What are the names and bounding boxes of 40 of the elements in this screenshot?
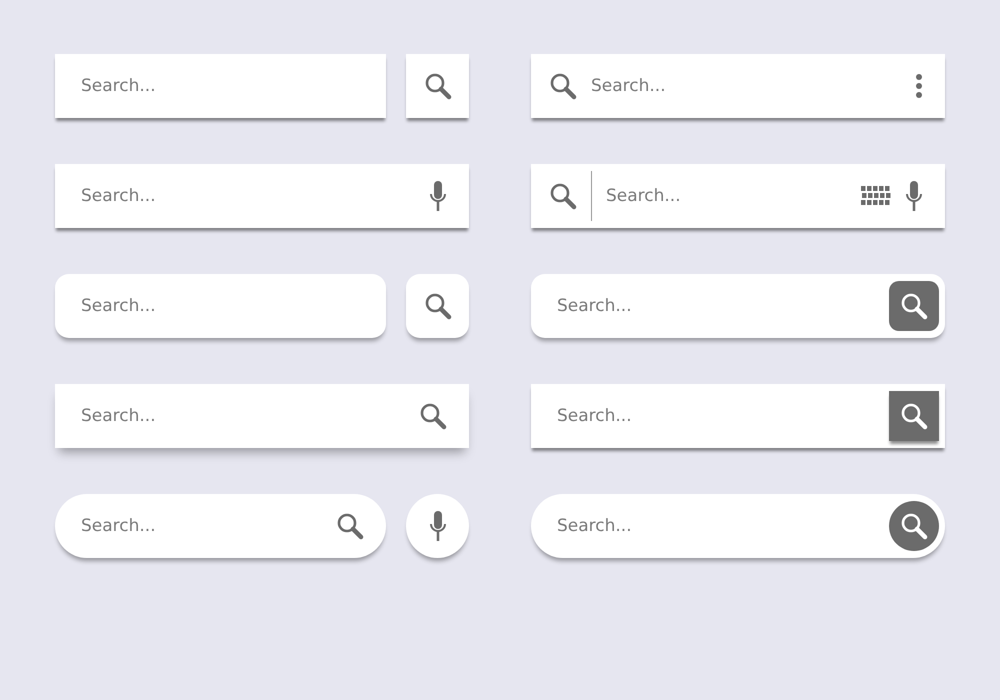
search-button[interactable]: [889, 281, 939, 331]
microphone-icon: [428, 510, 446, 542]
search-icon: [900, 402, 928, 430]
microphone-icon: [429, 180, 447, 212]
search-icon: [549, 72, 577, 100]
search-field[interactable]: Search...: [557, 516, 875, 536]
search-button[interactable]: [889, 501, 939, 551]
search-bar[interactable]: Search...: [531, 54, 945, 118]
search-field[interactable]: Search...: [557, 406, 875, 426]
search-field[interactable]: Search...: [557, 296, 875, 316]
search-field[interactable]: Search...: [591, 76, 901, 96]
search-icon: [900, 512, 928, 540]
search-icon: [549, 182, 577, 210]
microphone-icon: [905, 180, 923, 212]
search-bar[interactable]: Search...: [55, 54, 386, 118]
search-icon: [900, 292, 928, 320]
search-icon: [419, 402, 447, 430]
search-icon: [424, 292, 452, 320]
search-field[interactable]: Search...: [81, 516, 322, 536]
search-bar[interactable]: Search...: [55, 274, 386, 338]
search-bar[interactable]: Search...: [55, 494, 386, 558]
search-bar[interactable]: Search...: [55, 164, 469, 228]
search-field[interactable]: Search...: [81, 296, 376, 316]
search-bar[interactable]: Search...: [531, 494, 945, 558]
search-bar[interactable]: Search...: [531, 384, 945, 448]
search-bar[interactable]: Search...: [531, 274, 945, 338]
voice-button[interactable]: [406, 494, 469, 558]
search-field[interactable]: Search...: [606, 186, 847, 206]
search-icon: [424, 72, 452, 100]
search-button[interactable]: [406, 54, 469, 118]
search-field[interactable]: Search...: [81, 76, 376, 96]
search-bar[interactable]: Search...: [531, 164, 945, 228]
search-button[interactable]: [406, 274, 469, 338]
search-field[interactable]: Search...: [81, 406, 405, 426]
search-bar[interactable]: Search...: [55, 384, 469, 448]
search-field[interactable]: Search...: [81, 186, 415, 206]
more-icon: [915, 73, 923, 99]
keyboard-icon: [861, 186, 891, 206]
search-button[interactable]: [889, 391, 939, 441]
search-icon: [336, 512, 364, 540]
